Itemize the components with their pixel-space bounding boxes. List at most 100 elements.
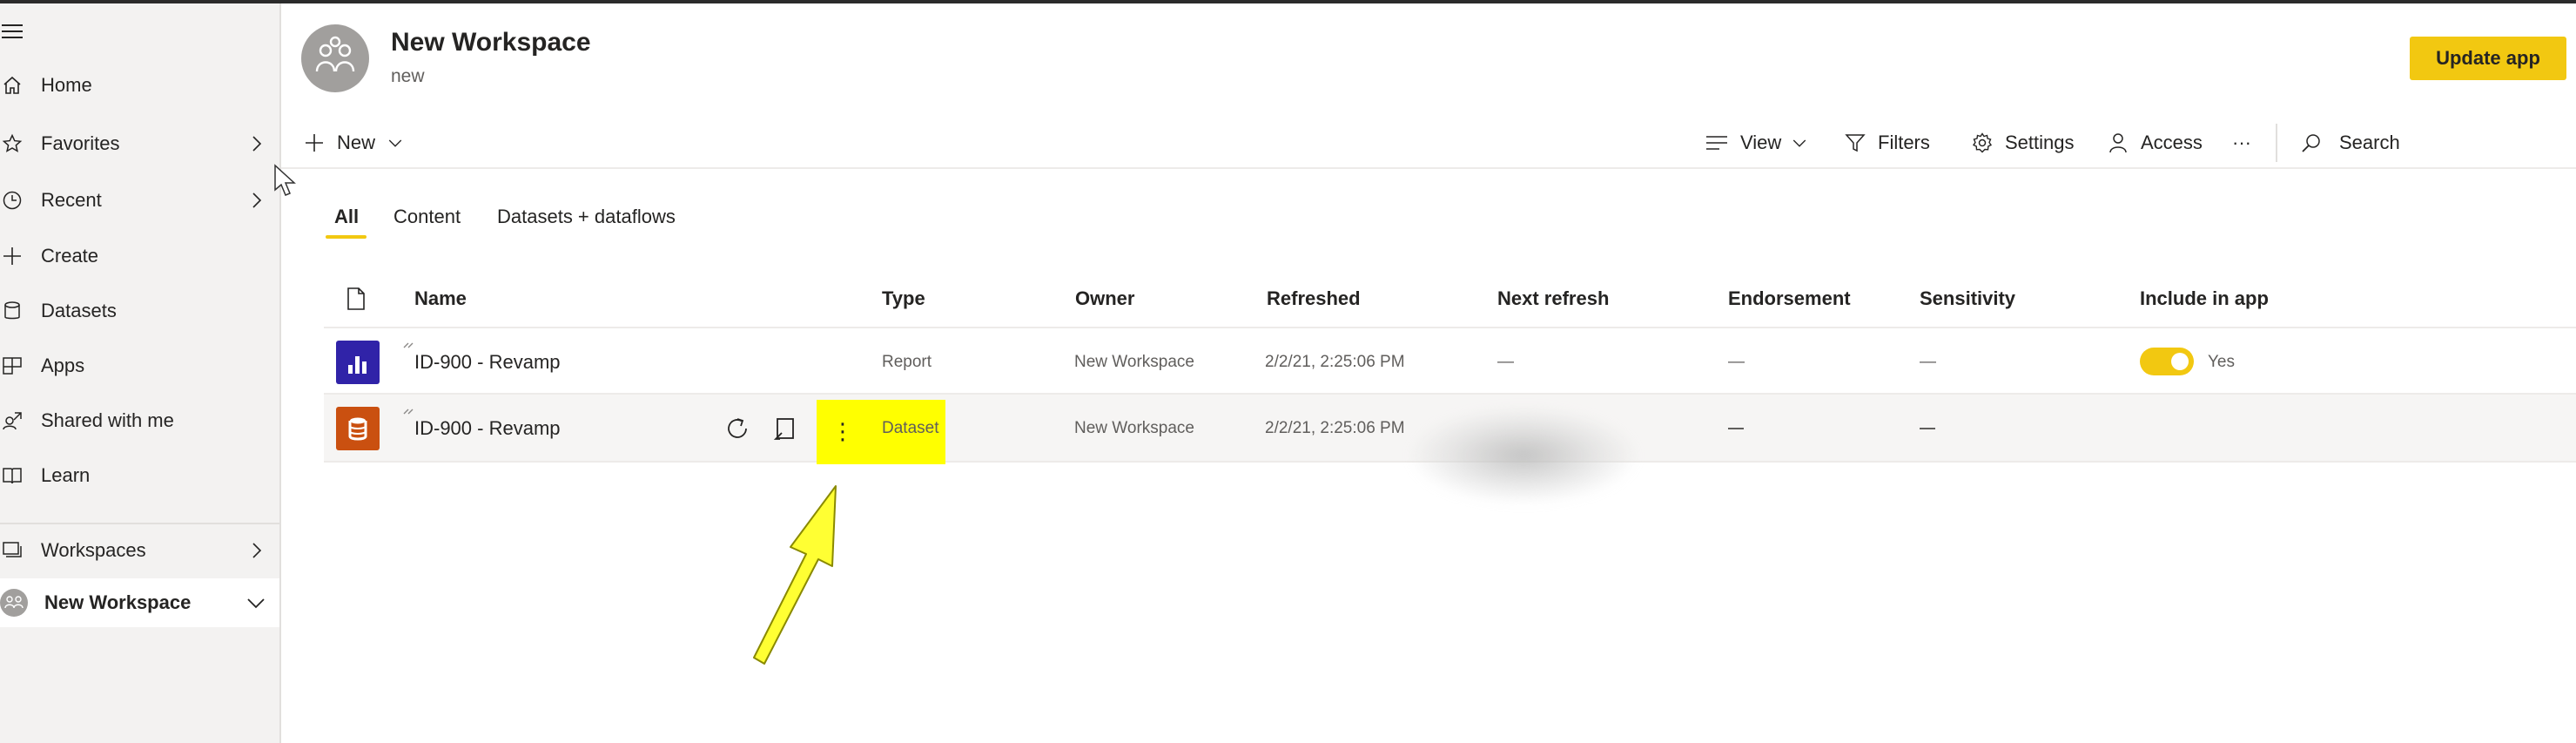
nav-item-label: New Workspace — [44, 591, 192, 613]
dataset-icon — [336, 407, 380, 450]
column-header-owner[interactable]: Owner — [1075, 287, 1134, 310]
mouse-cursor-icon — [274, 164, 296, 196]
chevron-down-icon — [388, 139, 402, 147]
nav-item-home[interactable]: Home — [0, 61, 279, 110]
update-app-button[interactable]: Update app — [2410, 37, 2566, 80]
item-refreshed: 2/2/21, 2:25:06 PM — [1265, 353, 1405, 371]
nav-item-label: Shared with me — [41, 409, 174, 431]
filters-label: Filters — [1878, 132, 1930, 153]
workspaces-icon — [3, 542, 22, 557]
new-item-sparkle-icon — [403, 342, 414, 348]
gear-icon — [1972, 132, 1993, 153]
filter-icon — [1845, 134, 1866, 152]
item-next-refresh: — — [1497, 353, 1514, 371]
view-label: View — [1740, 132, 1782, 153]
nav-item-label: Favorites — [41, 132, 120, 154]
column-header-name[interactable]: Name — [414, 287, 467, 310]
list-view-icon — [1706, 136, 1727, 150]
nav-item-current-workspace[interactable]: New Workspace — [0, 578, 279, 627]
active-tab-indicator — [326, 235, 367, 239]
column-header-include-in-app[interactable]: Include in app — [2140, 287, 2269, 310]
redacted-region — [1410, 408, 1637, 503]
apps-icon — [3, 357, 22, 375]
more-options-icon: ··· — [2232, 132, 2251, 153]
settings-button[interactable]: Settings — [1972, 127, 2075, 159]
search-button[interactable]: Search — [2301, 127, 2400, 159]
chevron-down-icon[interactable] — [245, 592, 266, 613]
chevron-right-icon[interactable] — [245, 190, 266, 211]
chevron-down-icon — [1793, 139, 1806, 147]
nav-item-label: Workspaces — [41, 539, 146, 561]
workspace-avatar-icon — [0, 589, 28, 617]
nav-item-create[interactable]: Create — [0, 232, 279, 280]
item-endorsement: — — [1728, 353, 1745, 371]
more-options-icon[interactable]: ⋮ — [831, 419, 854, 443]
schedule-refresh-icon[interactable] — [773, 415, 799, 442]
nav-item-datasets[interactable]: Datasets — [0, 287, 279, 335]
item-endorsement-dash — [1728, 428, 1744, 429]
tab-content[interactable]: Content — [393, 206, 461, 228]
page-title: New Workspace — [391, 28, 591, 57]
nav-divider — [0, 523, 279, 524]
access-label: Access — [2141, 132, 2203, 153]
column-header-sensitivity[interactable]: Sensitivity — [1920, 287, 2015, 310]
clock-icon — [3, 191, 22, 210]
hamburger-menu-icon[interactable] — [2, 23, 24, 40]
nav-item-apps[interactable]: Apps — [0, 341, 279, 390]
view-button[interactable]: View — [1705, 127, 1807, 159]
refresh-icon[interactable] — [724, 415, 750, 442]
nav-item-workspaces[interactable]: Workspaces — [0, 526, 279, 575]
item-name-link[interactable]: ID-900 - Revamp — [414, 351, 561, 374]
nav-item-label: Home — [41, 74, 92, 96]
filters-button[interactable]: Filters — [1845, 127, 1930, 159]
nav-item-recent[interactable]: Recent — [0, 176, 279, 225]
settings-label: Settings — [2005, 132, 2075, 153]
nav-item-learn[interactable]: Learn — [0, 451, 279, 500]
window-top-border — [0, 0, 2576, 3]
column-header-endorsement[interactable]: Endorsement — [1728, 287, 1851, 310]
column-header-next-refresh[interactable]: Next refresh — [1497, 287, 1609, 310]
nav-item-label: Create — [41, 245, 99, 267]
workspace-description: new — [391, 66, 425, 86]
item-name-link[interactable]: ID-900 - Revamp — [414, 417, 561, 440]
nav-item-shared-with-me[interactable]: Shared with me — [0, 396, 279, 445]
item-refreshed: 2/2/21, 2:25:06 PM — [1265, 419, 1405, 437]
search-label: Search — [2339, 132, 2400, 153]
star-icon — [2, 133, 23, 152]
tab-all[interactable]: All — [334, 206, 359, 228]
command-bar: New View Filters Settings Access ··· Sea… — [281, 118, 2576, 169]
item-sensitivity-dash — [1920, 428, 1935, 429]
column-header-refreshed[interactable]: Refreshed — [1267, 287, 1361, 310]
include-in-app-toggle[interactable] — [2140, 348, 2194, 375]
access-button[interactable]: Access — [2108, 127, 2203, 159]
chevron-right-icon[interactable] — [245, 540, 266, 561]
yellow-arrow-annotation — [753, 485, 837, 665]
nav-item-label: Learn — [41, 464, 91, 486]
item-owner: New Workspace — [1074, 353, 1194, 371]
home-icon — [3, 76, 21, 94]
workspace-logo-icon — [301, 24, 369, 92]
toolbar-separator — [2276, 124, 2277, 162]
book-icon — [3, 468, 22, 484]
chevron-right-icon[interactable] — [245, 133, 266, 154]
item-owner: New Workspace — [1074, 419, 1194, 437]
more-options-button[interactable]: ··· — [2232, 127, 2251, 159]
nav-item-favorites[interactable]: Favorites — [0, 119, 279, 168]
item-type: Dataset — [882, 419, 939, 437]
new-item-sparkle-icon — [403, 409, 414, 415]
report-icon — [336, 341, 380, 384]
item-type: Report — [882, 353, 932, 371]
new-label: New — [337, 132, 376, 153]
plus-icon — [3, 247, 21, 265]
shared-people-icon — [3, 412, 22, 430]
nav-item-label: Recent — [41, 189, 102, 211]
search-icon — [2302, 134, 2320, 152]
table-row[interactable]: ID-900 - Revamp Report New Workspace 2/2… — [324, 327, 2576, 395]
plus-icon — [306, 134, 323, 152]
tab-datasets-dataflows[interactable]: Datasets + dataflows — [497, 206, 676, 228]
left-nav: Home Favorites Recent Create Datasets Ap… — [0, 3, 281, 743]
column-header-type[interactable]: Type — [882, 287, 925, 310]
database-icon — [4, 301, 20, 320]
new-button[interactable]: New — [304, 127, 403, 159]
file-type-icon — [347, 287, 365, 310]
